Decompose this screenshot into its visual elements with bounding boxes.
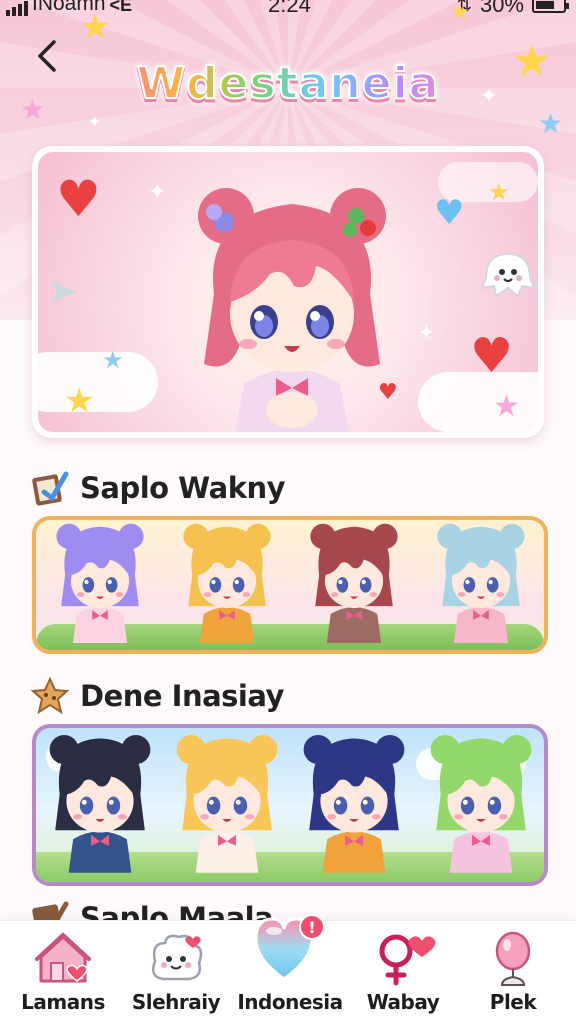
sparkle-icon: ✦ [88,112,102,131]
cookie-star-icon [30,676,70,715]
character-avatar[interactable] [171,728,283,880]
back-button[interactable] [30,36,62,76]
star-icon: ★ [538,107,564,140]
nav-label: Wabay [366,990,440,1014]
star-icon: ★ [488,178,510,206]
hero-illustration: ♥ ♥ ♥ ♥ ★ ★ ★ ★ ★ ✦ ✦ ➤ [38,152,538,432]
status-right: ⇅ 30% [457,0,569,18]
bottom-nav: Lamans Slehraiy ! Indonesia Wabay Plek [0,914,576,1024]
sparkle-icon: ✦ [418,320,435,344]
sparkle-icon: ✦ [148,180,167,205]
heart-bubble-icon: ! [254,914,325,981]
memo-pencil-icon [32,471,69,506]
paper-plane-icon: ➤ [46,269,78,313]
status-left: INoamn <E [6,0,132,16]
character-avatar[interactable] [50,520,150,648]
nav-item-slehraiy[interactable]: Slehraiy [121,921,231,1024]
star-icon: ★ [64,381,95,421]
character-avatar[interactable] [304,520,404,648]
nav-item-plek[interactable]: Plek [458,921,568,1024]
battery-icon [532,0,569,13]
section-title: Dene Inasiay [80,679,284,713]
nav-item-wabay[interactable]: Wabay [348,921,458,1024]
main-character-illustration [198,188,386,432]
status-time: 2:24 [268,0,311,17]
star-icon: ★ [80,7,111,47]
app-title: Wdestaneia [112,48,464,118]
ghost-mascot-icon [480,252,536,298]
nav-item-indonesia[interactable]: ! Indonesia [235,914,345,1024]
chevron-left-icon [38,40,56,72]
section-header-1: Saplo Wakny [30,468,286,508]
character-strip-1[interactable] [32,516,548,654]
character-avatar[interactable] [44,728,156,880]
cloud-decoration [38,352,158,412]
hero-card[interactable]: ♥ ♥ ♥ ♥ ★ ★ ★ ★ ★ ✦ ✦ ➤ [32,146,544,438]
nav-item-lamans[interactable]: Lamans [8,921,118,1024]
battery-percent: 30% [479,0,524,17]
section-title: Saplo Wakny [80,471,286,505]
balloon-icon [495,931,531,986]
heart-icon: ♥ [470,328,514,384]
character-avatar[interactable] [425,728,537,880]
signal-icon [6,0,28,16]
nav-label: Indonesia [237,990,343,1014]
character-avatar[interactable] [298,728,410,880]
network-type: <E [109,0,133,15]
character-avatar[interactable] [177,520,277,648]
character-strip-2[interactable] [32,724,548,886]
female-heart-icon [379,934,436,986]
heart-balloon-icon: ♥ [56,170,101,228]
nav-label: Slehraiy [131,990,221,1014]
star-icon: ★ [20,93,46,126]
nav-label: Plek [489,990,537,1014]
mascot-icon [152,934,203,981]
app-screen: INoamn <E 2:24 ⇅ 30% Wdestaneia ★ ★ ★ ★ … [0,0,576,1024]
nav-label: Lamans [21,990,105,1014]
star-icon: ★ [450,0,470,25]
section-header-2: Dene Inasiay [30,676,284,716]
heart-icon: ♥ [434,193,465,233]
character-avatar[interactable] [431,520,531,648]
house-heart-icon [35,932,91,983]
sparkle-icon: ✦ [480,84,499,109]
star-icon: ★ [512,36,552,87]
star-icon: ★ [102,346,124,374]
notification-badge: ! [308,918,315,937]
star-icon: ★ [493,389,520,424]
